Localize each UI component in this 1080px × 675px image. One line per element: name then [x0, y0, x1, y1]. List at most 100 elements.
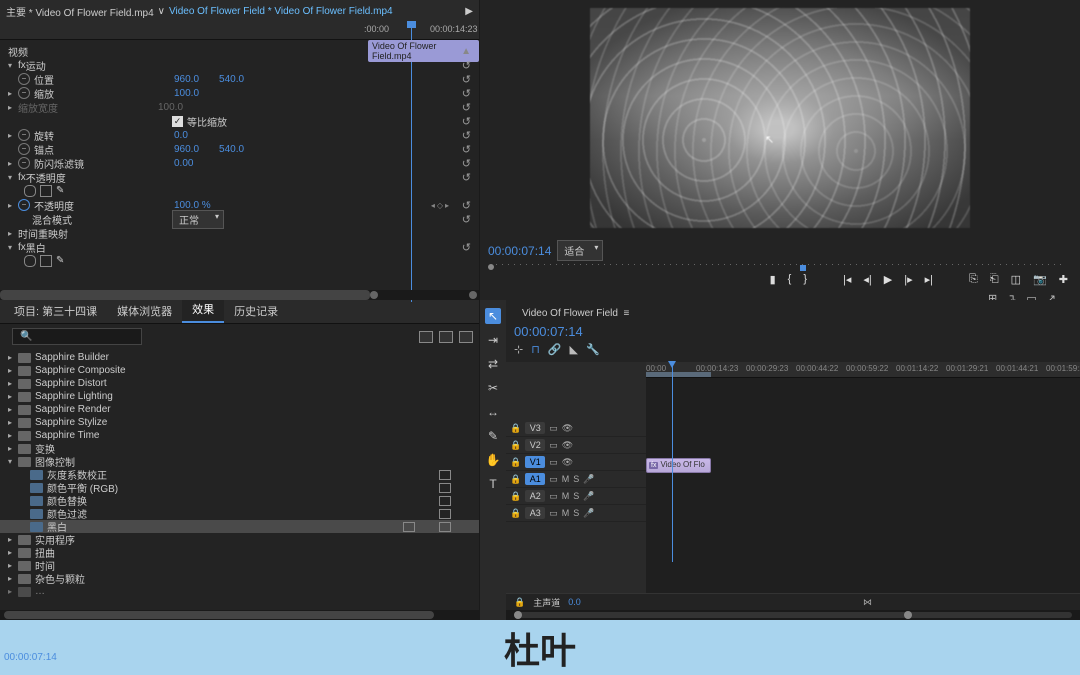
effects-scrollbar[interactable] — [0, 610, 479, 620]
timeline-zoom-bar[interactable] — [506, 610, 1080, 620]
folder-icon — [18, 353, 31, 363]
cursor-icon: ↖ — [765, 133, 774, 146]
audio-track-header[interactable]: 🔒A3▭MS🎤 — [506, 505, 646, 522]
tab-0[interactable]: 项目: 第三十四课 — [4, 299, 107, 323]
sequence-tab[interactable]: Video Of Flower Field ≡ — [514, 306, 637, 321]
program-playhead[interactable] — [800, 265, 806, 271]
transport-controls: ▮ { } |◂ ◂| ▶ |▸ ▸| ⎘ ⎗ ◫ 📷 ✚ — [480, 269, 1080, 290]
ec-mask-icons[interactable]: ✎ — [0, 184, 479, 198]
step-back-icon[interactable]: ◂| — [863, 273, 871, 286]
lift-icon[interactable]: ⎘ — [969, 273, 978, 286]
ec-video-section: 视频▲ — [0, 44, 479, 58]
razor-tool-icon[interactable]: ✂ — [485, 380, 501, 396]
tree-item[interactable]: ▸Sapphire Stylize — [0, 416, 479, 429]
selection-tool-icon[interactable]: ↖ — [485, 308, 501, 324]
ec-prop-uniform[interactable]: ✓等比缩放↺ — [0, 114, 479, 128]
ec-prop-rotation[interactable]: ▸旋转0.0↺ — [0, 128, 479, 142]
timeline-timecode[interactable]: 00:00:07:14 — [514, 322, 1072, 341]
preview-image: ↖ — [590, 8, 970, 228]
zoom-dropdown[interactable]: 适合 — [557, 240, 603, 261]
reset-icon[interactable]: ↺ — [462, 59, 471, 72]
settings-plus-icon[interactable]: ✚ — [1059, 273, 1068, 286]
video-clip[interactable]: fxVideo Of Flo — [646, 458, 711, 473]
video-track-header[interactable]: 🔒V1▭👁 — [506, 454, 646, 471]
ec-fx-bw[interactable]: ▾ fx 黑白↺ — [0, 240, 479, 254]
rect-mask-icon[interactable] — [40, 185, 52, 197]
fx-badge-accel-icon[interactable] — [419, 331, 433, 343]
snap-icon[interactable]: ⊓ — [531, 343, 540, 356]
tab-1[interactable]: 媒体浏览器 — [107, 299, 182, 323]
ec-prop-blend[interactable]: 混合模式正常↺ — [0, 212, 479, 226]
camera-icon[interactable]: 📷 — [1033, 273, 1047, 286]
track-select-tool-icon[interactable]: ⇥ — [485, 332, 501, 348]
fx-badge-32bit-icon[interactable] — [439, 331, 453, 343]
tree-item[interactable]: ▸扭曲 — [0, 546, 479, 559]
ripple-tool-icon[interactable]: ⇄ — [485, 356, 501, 372]
slip-tool-icon[interactable]: ↔ — [485, 404, 501, 420]
fx-badge-yuv-icon[interactable] — [459, 331, 473, 343]
folder-icon — [18, 574, 31, 584]
ec-fx-motion[interactable]: ▾ fx 运动↺ — [0, 58, 479, 72]
ec-fx-opacity[interactable]: ▾ fx 不透明度↺ — [0, 170, 479, 184]
tree-item[interactable]: ▸杂色与颗粒 — [0, 572, 479, 585]
stopwatch-icon[interactable] — [18, 73, 30, 85]
extract-icon[interactable]: ⎗ — [990, 273, 999, 286]
export-frame-icon[interactable]: ◫ — [1011, 273, 1021, 286]
ec-bw-mask-icons[interactable]: ✎ — [0, 254, 479, 268]
step-fwd-icon[interactable]: |▸ — [904, 273, 912, 286]
timeline-ruler[interactable]: 00:0000:00:14:2300:00:29:2300:00:44:2200… — [646, 362, 1080, 378]
audio-track-header[interactable]: 🔒A2▭MS🎤 — [506, 488, 646, 505]
tree-item[interactable]: ▸Sapphire Builder — [0, 351, 479, 364]
ec-scrollbar[interactable] — [0, 290, 479, 300]
tree-item[interactable]: 颜色过滤 — [0, 507, 479, 520]
bracket-in-icon[interactable]: { — [788, 273, 792, 286]
tab-2[interactable]: 效果 — [182, 297, 224, 323]
pen-mask-icon[interactable]: ✎ — [56, 185, 68, 197]
mark-in-icon[interactable]: ▮ — [770, 273, 776, 286]
tree-item[interactable]: ▸Sapphire Distort — [0, 377, 479, 390]
nest-icon[interactable]: ⊹ — [514, 343, 523, 356]
program-monitor: ↖ 00:00:07:14 适合 ▮ { } |◂ ◂| ▶ |▸ ▸| — [480, 0, 1080, 300]
pen-tool-icon[interactable]: ✎ — [485, 428, 501, 444]
goto-out-icon[interactable]: ▸| — [925, 273, 933, 286]
folder-icon — [18, 366, 31, 376]
ec-prop-opacity[interactable]: ▸不透明度100.0 %◂◇▸↺ — [0, 198, 479, 212]
video-track-header[interactable]: 🔒V2▭👁 — [506, 437, 646, 454]
video-track-header[interactable]: 🔒V3▭👁 — [506, 420, 646, 437]
tree-item[interactable]: ▸Sapphire Render — [0, 403, 479, 416]
tree-item[interactable]: ▸Sapphire Composite — [0, 364, 479, 377]
ec-prop-anchor[interactable]: 锚点960.0540.0↺ — [0, 142, 479, 156]
marker-icon[interactable]: ◣ — [570, 343, 578, 356]
ellipse-mask-icon[interactable] — [24, 185, 36, 197]
tab-3[interactable]: 历史记录 — [224, 299, 288, 323]
tree-item[interactable]: ▸实用程序 — [0, 533, 479, 546]
linked-selection-icon[interactable]: 🔗 — [548, 343, 562, 356]
tree-item[interactable]: ▸Sapphire Time — [0, 429, 479, 442]
effect-icon — [30, 509, 43, 519]
tree-item[interactable]: ▸Sapphire Lighting — [0, 390, 479, 403]
timeline-panel: Video Of Flower Field ≡ 00:00:07:14 ⊹ ⊓ … — [506, 300, 1080, 620]
timeline-playhead[interactable] — [672, 362, 673, 562]
ec-fx-timeremap[interactable]: ▸时间重映射 — [0, 226, 479, 240]
audio-track-header[interactable]: 🔒A1▭MS🎤 — [506, 471, 646, 488]
effects-tree[interactable]: ▸Sapphire Builder▸Sapphire Composite▸Sap… — [0, 349, 479, 610]
folder-icon — [18, 535, 31, 545]
checkbox-icon[interactable]: ✓ — [172, 116, 183, 127]
program-viewport[interactable]: ↖ — [480, 0, 1080, 236]
settings-wrench-icon[interactable]: 🔧 — [586, 343, 600, 356]
type-tool-icon[interactable]: T — [485, 476, 501, 492]
folder-icon — [18, 418, 31, 428]
hand-tool-icon[interactable]: ✋ — [485, 452, 501, 468]
timeline-track-area[interactable]: 00:0000:00:14:2300:00:29:2300:00:44:2200… — [646, 362, 1080, 593]
folder-icon — [18, 561, 31, 571]
ec-prop-scale[interactable]: ▸缩放100.0↺ — [0, 86, 479, 100]
ec-mini-ruler[interactable]: :00:00 00:00:14:23 Video Of Flower Field… — [0, 22, 479, 40]
bracket-out-icon[interactable]: } — [803, 273, 807, 286]
marker-diamond-icon[interactable]: ⋈ — [863, 597, 872, 608]
play-icon[interactable]: ▶ — [884, 273, 892, 286]
program-timecode[interactable]: 00:00:07:14 — [488, 244, 551, 258]
ec-prop-position[interactable]: 位置960.0540.0↺ — [0, 72, 479, 86]
goto-in-icon[interactable]: |◂ — [843, 273, 851, 286]
ec-timecode[interactable]: 00:00:07:14 — [4, 652, 57, 663]
ec-prop-antiflicker[interactable]: ▸防闪烁滤镜0.00↺ — [0, 156, 479, 170]
